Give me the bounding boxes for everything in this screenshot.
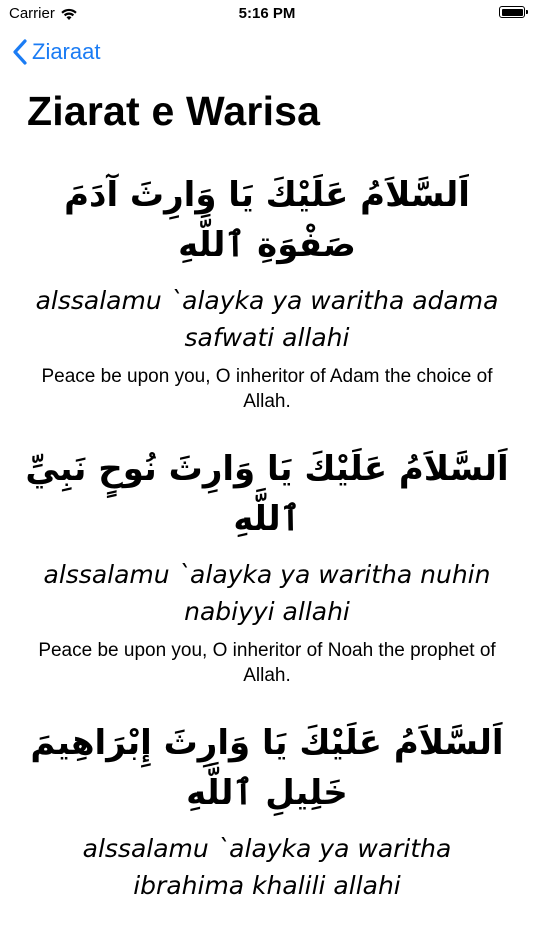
verse-transliteration: alssalamu `alayka ya waritha nuhin nabiy… — [43, 560, 491, 626]
verse-transliteration: alssalamu `alayka ya waritha adama safwa… — [35, 286, 499, 352]
chevron-left-icon — [12, 38, 28, 66]
page-title: Ziarat e Warisa — [27, 88, 321, 134]
verse-list[interactable]: اَلسَّلاَمُ عَلَيْكَ يَا وَارِثَ آدَمَ ص… — [0, 170, 534, 934]
back-button[interactable]: Ziaraat — [12, 38, 100, 66]
verse-translation: Peace be upon you, O inheritor of Noah t… — [38, 640, 496, 686]
status-bar: Carrier 5:16 PM — [0, 0, 534, 28]
verse-item: اَلسَّلاَمُ عَلَيْكَ يَا وَارِثَ آدَمَ ص… — [0, 170, 534, 414]
navigation-bar: Ziaraat — [0, 36, 534, 72]
verse-item: اَلسَّلاَمُ عَلَيْكَ يَا وَارِثَ نُوحٍ ن… — [0, 444, 534, 688]
verse-arabic: اَلسَّلاَمُ عَلَيْكَ يَا وَارِثَ إِبْرَا… — [30, 723, 504, 813]
verse-item: اَلسَّلاَمُ عَلَيْكَ يَا وَارِثَ إِبْرَا… — [0, 718, 534, 904]
verse-translation: Peace be upon you, O inheritor of Adam t… — [41, 366, 493, 412]
verse-arabic: اَلسَّلاَمُ عَلَيْكَ يَا وَارِثَ آدَمَ ص… — [64, 175, 470, 265]
verse-arabic: اَلسَّلاَمُ عَلَيْكَ يَا وَارِثَ نُوحٍ ن… — [25, 449, 509, 539]
status-time: 5:16 PM — [238, 5, 296, 22]
verse-transliteration: alssalamu `alayka ya waritha ibrahima kh… — [82, 834, 452, 900]
back-button-label: Ziaraat — [32, 39, 101, 64]
battery-icon — [499, 6, 528, 18]
